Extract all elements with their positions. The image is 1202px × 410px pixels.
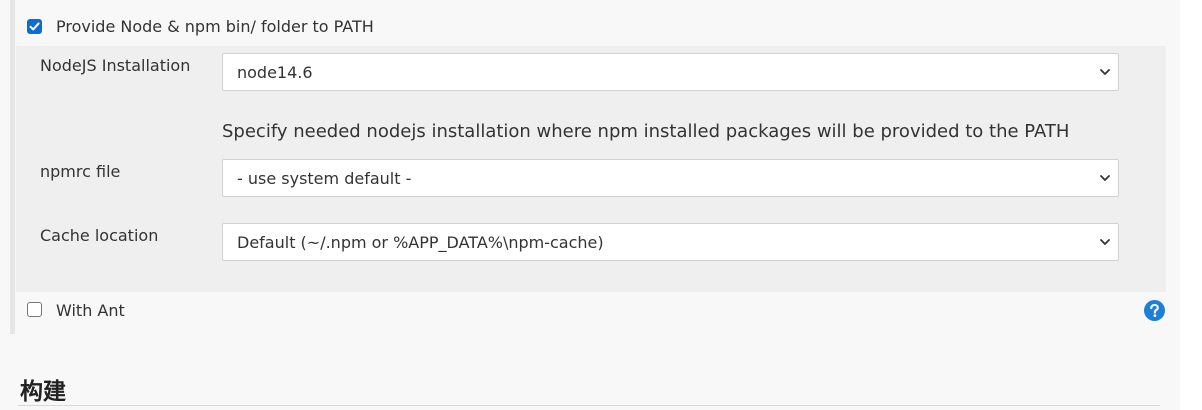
npmrc-file-value: - use system default -: [237, 169, 412, 188]
checkmark-icon: [29, 22, 40, 31]
chevron-down-icon: [1100, 69, 1110, 75]
build-environment-panel: Provide Node & npm bin/ folder to PATH N…: [0, 0, 1180, 410]
nodejs-installation-help: Specify needed nodejs installation where…: [222, 121, 1070, 142]
npmrc-file-label: npmrc file: [40, 162, 121, 181]
with-ant-checkbox[interactable]: [27, 302, 42, 317]
with-ant-label[interactable]: With Ant: [56, 301, 125, 320]
help-icon[interactable]: [1144, 300, 1165, 321]
chevron-down-icon: [1100, 239, 1110, 245]
build-section-title: 构建: [20, 379, 66, 405]
npmrc-file-select[interactable]: - use system default -: [222, 159, 1119, 197]
section-divider: [18, 405, 1160, 406]
provide-path-checkbox[interactable]: [27, 19, 42, 34]
chevron-down-icon: [1100, 175, 1110, 181]
nodejs-installation-label: NodeJS Installation: [40, 56, 191, 75]
nodejs-installation-select[interactable]: node14.6: [222, 53, 1119, 91]
nodejs-installation-value: node14.6: [237, 63, 313, 82]
provide-path-label[interactable]: Provide Node & npm bin/ folder to PATH: [56, 17, 374, 36]
cache-location-label: Cache location: [40, 226, 159, 245]
cache-location-value: Default (~/.npm or %APP_DATA%\npm-cache): [237, 233, 604, 252]
cache-location-select[interactable]: Default (~/.npm or %APP_DATA%\npm-cache): [222, 223, 1119, 261]
section-indent-rule: [10, 0, 15, 334]
